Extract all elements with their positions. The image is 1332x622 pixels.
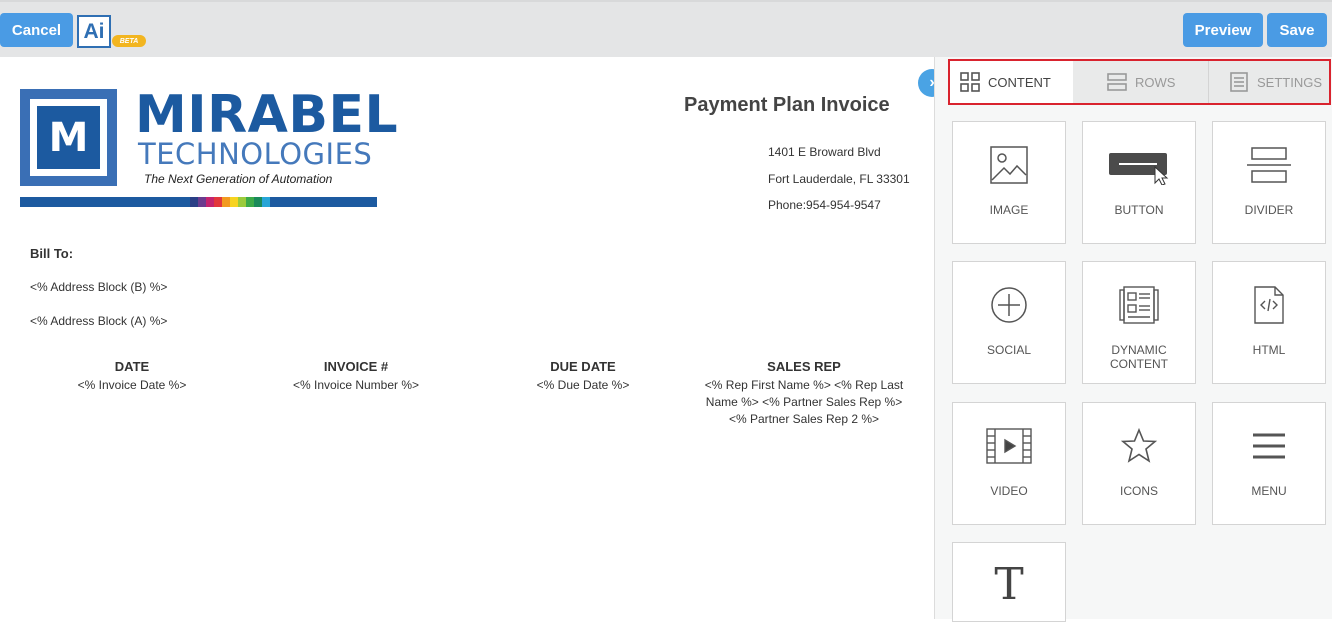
block-social[interactable]: SOCIAL: [952, 261, 1066, 384]
tab-content[interactable]: CONTENT: [950, 61, 1073, 103]
top-toolbar: Cancel Ai BETA Preview Save: [0, 0, 1332, 57]
bill-to-label: Bill To:: [30, 246, 74, 261]
logo-mark: M: [20, 89, 117, 186]
cancel-button[interactable]: Cancel: [0, 13, 73, 47]
svg-text:T: T: [994, 563, 1023, 603]
invoice-number-header: INVOICE #: [323, 359, 389, 374]
preview-button[interactable]: Preview: [1183, 13, 1263, 47]
tab-rows-label: ROWS: [1135, 74, 1176, 90]
block-divider[interactable]: DIVIDER: [1212, 121, 1326, 244]
menu-icon: [1253, 433, 1285, 459]
block-text[interactable]: T: [952, 542, 1066, 622]
block-video[interactable]: VIDEO: [952, 402, 1066, 525]
block-html-label: HTML: [1252, 343, 1286, 357]
block-image[interactable]: IMAGE: [952, 121, 1066, 244]
plus-circle-icon: [991, 287, 1027, 323]
address-block-a: <% Address Block (A) %>: [30, 314, 168, 328]
due-date-header: DUE DATE: [550, 359, 616, 374]
block-icons[interactable]: ICONS: [1082, 402, 1196, 525]
tab-rows[interactable]: ROWS: [1073, 61, 1209, 103]
save-button[interactable]: Save: [1267, 13, 1327, 47]
phone-line: Phone:954-954-9547: [768, 198, 881, 212]
sales-rep-header: SALES REP: [767, 359, 841, 374]
block-menu-label: MENU: [1251, 484, 1287, 498]
divider-icon: [1247, 147, 1291, 183]
ai-logo-label: Ai: [83, 19, 105, 43]
block-button-label: BUTTON: [1114, 203, 1164, 217]
grid-icon: [960, 72, 980, 92]
logo-color-bar: [20, 197, 377, 207]
date-value: <% Invoice Date %>: [77, 378, 187, 392]
rows-icon: [1107, 73, 1127, 91]
block-icons-label: ICONS: [1119, 484, 1158, 498]
block-dynamic-content-label: DYNAMIC CONTENT: [1110, 343, 1168, 371]
address-line-2: Fort Lauderdale, FL 33301: [768, 172, 910, 186]
content-panel: CONTENT ROWS SETTINGS IMAGE BUTTON DIVID…: [934, 57, 1332, 622]
tab-settings[interactable]: SETTINGS: [1209, 61, 1329, 103]
invoice-title: Payment Plan Invoice: [684, 94, 890, 116]
logo-title: MIRABEL: [135, 85, 399, 145]
logo-subtitle: TECHNOLOGIES: [138, 137, 373, 171]
sales-rep-value: <% Rep First Name %> <% Rep Last Name %>…: [704, 378, 904, 426]
invoice-number-value: <% Invoice Number %>: [292, 378, 420, 392]
panel-tabs: CONTENT ROWS SETTINGS: [948, 59, 1331, 105]
dynamic-content-icon: [1119, 286, 1159, 324]
email-canvas[interactable]: M MIRABEL TECHNOLOGIES The Next Generati…: [0, 57, 934, 619]
address-line-1: 1401 E Broward Blvd: [768, 145, 881, 159]
tab-content-label: CONTENT: [988, 74, 1051, 90]
logo-tagline: The Next Generation of Automation: [144, 172, 333, 186]
block-dynamic-content[interactable]: DYNAMIC CONTENT: [1082, 261, 1196, 384]
block-menu[interactable]: MENU: [1212, 402, 1326, 525]
button-icon: [1109, 153, 1169, 185]
video-icon: [986, 428, 1032, 464]
beta-badge: BETA: [112, 35, 146, 47]
star-icon: [1121, 428, 1157, 463]
block-video-label: VIDEO: [990, 484, 1028, 498]
block-divider-label: DIVIDER: [1244, 203, 1294, 217]
tab-settings-label: SETTINGS: [1257, 74, 1323, 90]
block-button[interactable]: BUTTON: [1082, 121, 1196, 244]
text-icon: T: [994, 563, 1023, 603]
block-social-label: SOCIAL: [986, 343, 1031, 357]
block-html[interactable]: HTML: [1212, 261, 1326, 384]
logo-letter: M: [37, 106, 100, 169]
settings-icon: [1230, 72, 1248, 92]
ai-logo-icon[interactable]: Ai: [77, 15, 111, 48]
address-block-b: <% Address Block (B) %>: [30, 280, 168, 294]
block-image-label: IMAGE: [989, 203, 1029, 217]
date-header: DATE: [114, 359, 150, 374]
due-date-value: <% Due Date %>: [536, 378, 630, 392]
html-file-icon: [1254, 286, 1284, 324]
image-icon: [990, 146, 1028, 184]
